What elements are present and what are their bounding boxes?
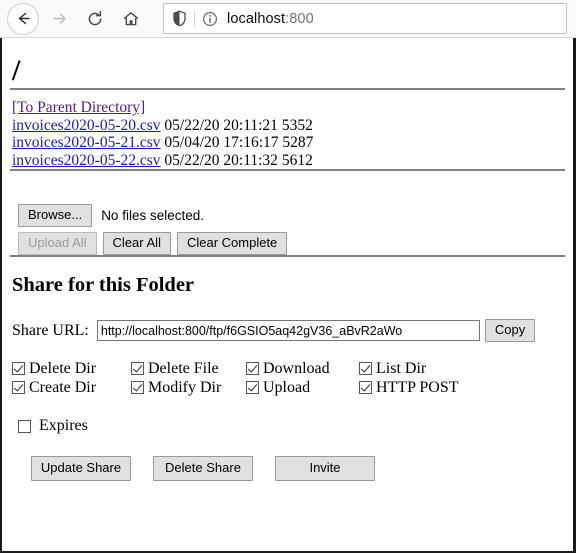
file-link[interactable]: invoices2020-05-21.csv [12,134,161,151]
reload-icon [86,10,104,28]
browser-toolbar: localhost:800 [0,0,576,38]
file-time: 17:16:17 [223,134,279,151]
checkbox-expires[interactable] [18,419,31,433]
divider-share [10,255,565,257]
file-row: invoices2020-05-20.csv 05/22/20 20:11:21… [12,117,565,135]
upload-actions-row: Upload All Clear All Clear Complete [18,232,565,255]
directory-listing: [To Parent Directory] invoices2020-05-20… [12,90,565,169]
permission-label: Upload [263,379,311,396]
permission-download[interactable]: Download [246,359,359,378]
file-link[interactable]: invoices2020-05-22.csv [12,152,161,169]
checkbox-list-dir[interactable] [359,362,372,375]
permission-http-post[interactable]: HTTP POST [359,378,479,397]
url-port: :800 [285,10,314,27]
parent-directory-row: [To Parent Directory] [12,99,565,117]
browse-button[interactable]: Browse... [18,204,93,227]
home-icon [122,10,140,28]
permissions-grid: Delete Dir Delete File Download List Dir [12,359,572,397]
reload-button[interactable] [79,3,111,35]
checkbox-modify-dir[interactable] [131,381,144,394]
permission-label: Modify Dir [148,379,222,396]
share-url-label: Share URL: [12,321,89,339]
no-files-selected-text: No files selected. [101,208,204,223]
expires-label: Expires [39,417,88,434]
file-meta: 05/04/20 17:16:17 5287 [161,134,314,151]
ftp-directory-page: / [To Parent Directory] invoices2020-05-… [2,54,573,481]
file-time: 20:11:32 [223,151,278,169]
update-share-button[interactable]: Update Share [31,456,131,481]
checkbox-upload[interactable] [246,381,259,394]
share-actions-row: Update Share Delete Share Invite [31,456,565,481]
permission-label: Create Dir [29,379,97,396]
url-host: localhost [227,10,286,27]
file-meta: 05/22/20 20:11:21 5352 [161,116,313,134]
file-row: invoices2020-05-21.csv 05/04/20 17:16:17… [12,134,565,152]
back-arrow-icon [15,10,32,27]
share-url-input[interactable] [96,320,480,341]
file-time: 20:11:21 [223,116,278,134]
file-date: 05/22/20 [164,116,220,134]
clear-complete-button[interactable]: Clear Complete [176,232,288,255]
file-date: 05/22/20 [164,151,220,169]
permissions-row: Delete Dir Delete File Download List Dir [12,359,572,378]
permission-label: List Dir [376,360,427,377]
forward-button[interactable] [43,3,75,35]
permission-label: Delete File [148,360,219,377]
copy-button[interactable]: Copy [484,319,536,342]
checkbox-delete-dir[interactable] [12,362,25,375]
permission-modify-dir[interactable]: Modify Dir [131,378,246,397]
url-text: localhost:800 [227,11,314,27]
permission-upload[interactable]: Upload [246,378,359,397]
back-button[interactable] [7,2,39,35]
parent-directory-link[interactable]: [To Parent Directory] [12,99,145,116]
invite-button[interactable]: Invite [275,456,375,481]
file-size: 5352 [281,116,313,134]
checkbox-http-post[interactable] [359,381,372,394]
upload-section: Browse... No files selected. Upload All … [18,171,565,255]
permission-create-dir[interactable]: Create Dir [12,378,131,397]
file-size: 5612 [281,151,313,169]
permission-label: Delete Dir [29,360,97,377]
file-row: invoices2020-05-22.csv 05/22/20 20:11:32… [12,152,565,170]
share-section-title: Share for this Folder [12,274,195,296]
page-viewport: / [To Parent Directory] invoices2020-05-… [0,38,576,553]
share-url-row: Share URL: Copy [12,319,565,342]
file-link[interactable]: invoices2020-05-20.csv [12,117,161,134]
clear-all-button[interactable]: Clear All [102,232,171,255]
checkbox-create-dir[interactable] [12,381,25,394]
file-size: 5287 [282,134,314,151]
checkbox-download[interactable] [246,362,259,375]
home-button[interactable] [115,3,147,35]
permissions-row: Create Dir Modify Dir Upload HTTP POST [12,378,572,397]
permission-delete-dir[interactable]: Delete Dir [12,359,131,378]
file-picker-row: Browse... No files selected. [18,204,565,227]
upload-all-button[interactable]: Upload All [18,232,97,255]
expires-option[interactable]: Expires [18,417,565,435]
checkbox-delete-file[interactable] [131,362,144,375]
shield-icon[interactable] [172,10,187,27]
file-date: 05/04/20 [164,134,220,151]
forward-arrow-icon [51,10,68,27]
urlbar-divider [194,10,195,27]
permission-list-dir[interactable]: List Dir [359,359,479,378]
file-meta: 05/22/20 20:11:32 5612 [161,151,313,169]
permission-delete-file[interactable]: Delete File [131,359,246,378]
page-title: / [12,54,21,87]
delete-share-button[interactable]: Delete Share [153,456,253,481]
address-bar[interactable]: localhost:800 [163,3,567,34]
permission-label: Download [263,360,330,377]
info-circle-icon[interactable] [202,11,218,27]
permission-label: HTTP POST [376,379,459,396]
